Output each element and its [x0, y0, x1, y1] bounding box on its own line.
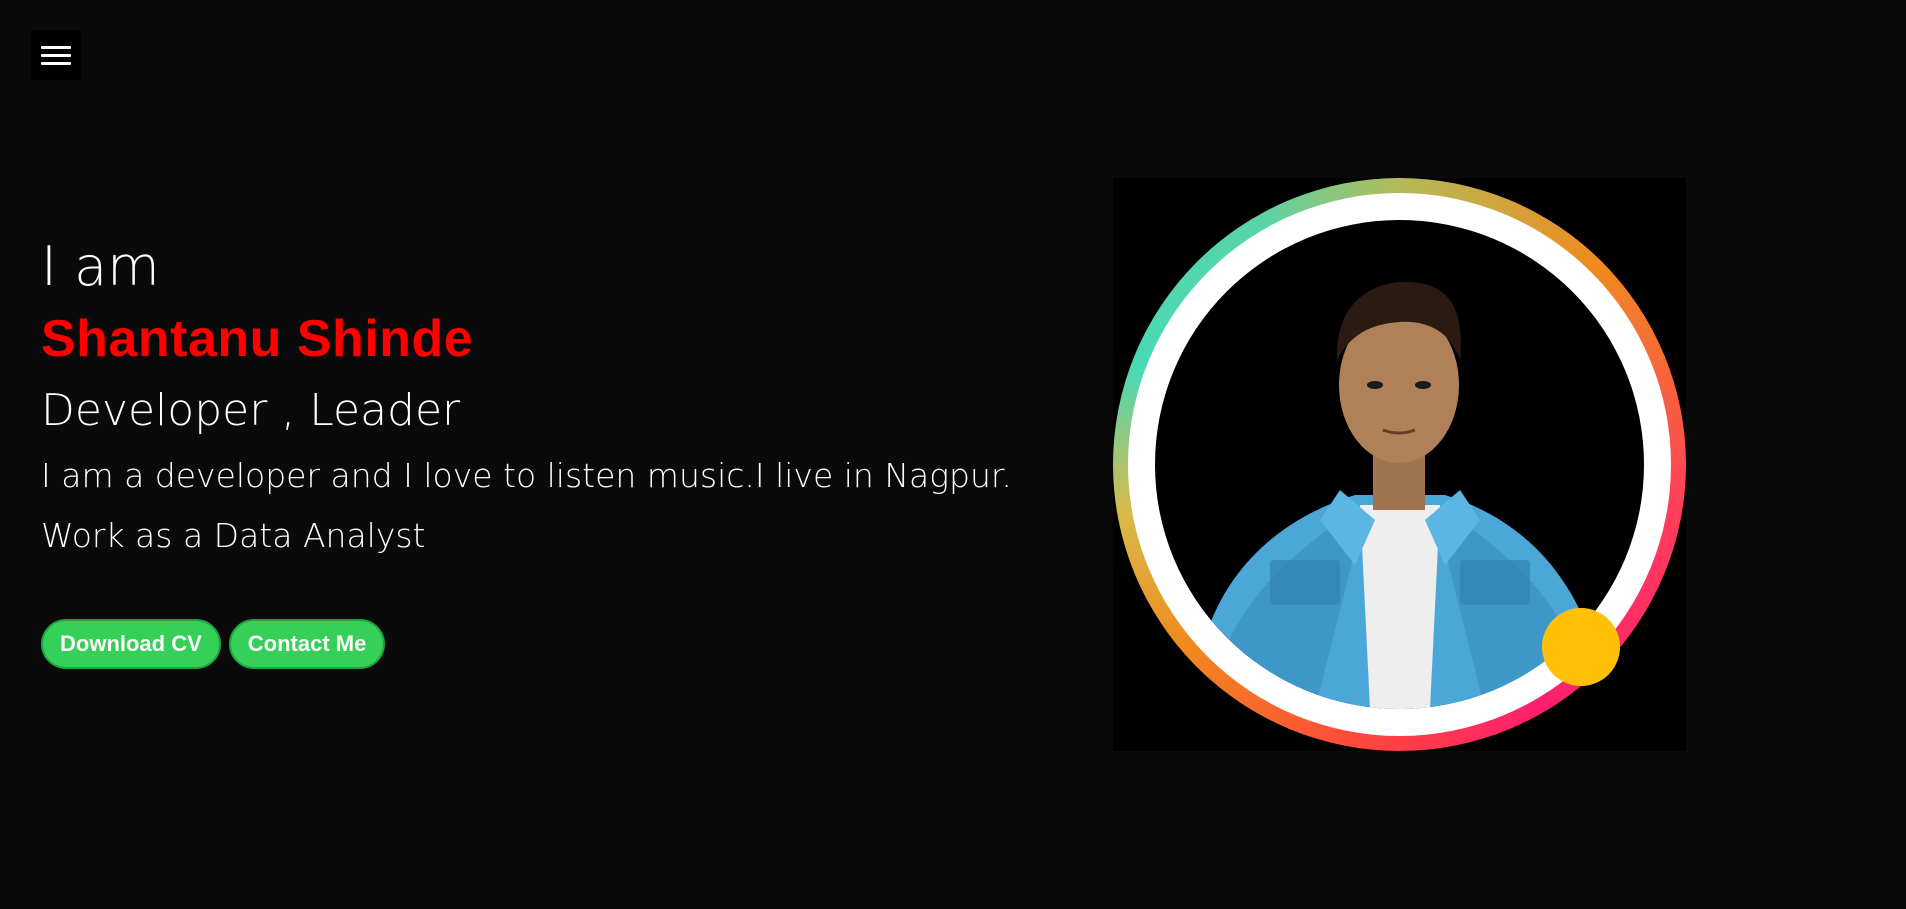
name-heading: Shantanu Shinde: [41, 310, 474, 368]
hamburger-menu-button[interactable]: [31, 30, 81, 80]
hamburger-menu-icon-bar: [41, 61, 71, 65]
bio-line-1: I am a developer and I love to listen mu…: [41, 456, 1012, 495]
intro-text: I am: [41, 235, 160, 298]
contact-me-button[interactable]: Contact Me: [228, 619, 386, 669]
profile-image-frame: [1113, 178, 1686, 751]
download-cv-button[interactable]: Download CV: [41, 619, 221, 669]
hero-text: I am Shantanu Shinde Developer , Leader …: [41, 232, 1091, 566]
hamburger-menu-icon: [41, 45, 71, 49]
bio-line-2: Work as a Data Analyst: [41, 516, 426, 555]
hamburger-menu-icon-bar: [41, 53, 71, 57]
cta-buttons: Download CV Contact Me: [41, 619, 386, 669]
roles-text: Developer , Leader: [41, 385, 461, 436]
status-dot: [1542, 608, 1620, 686]
